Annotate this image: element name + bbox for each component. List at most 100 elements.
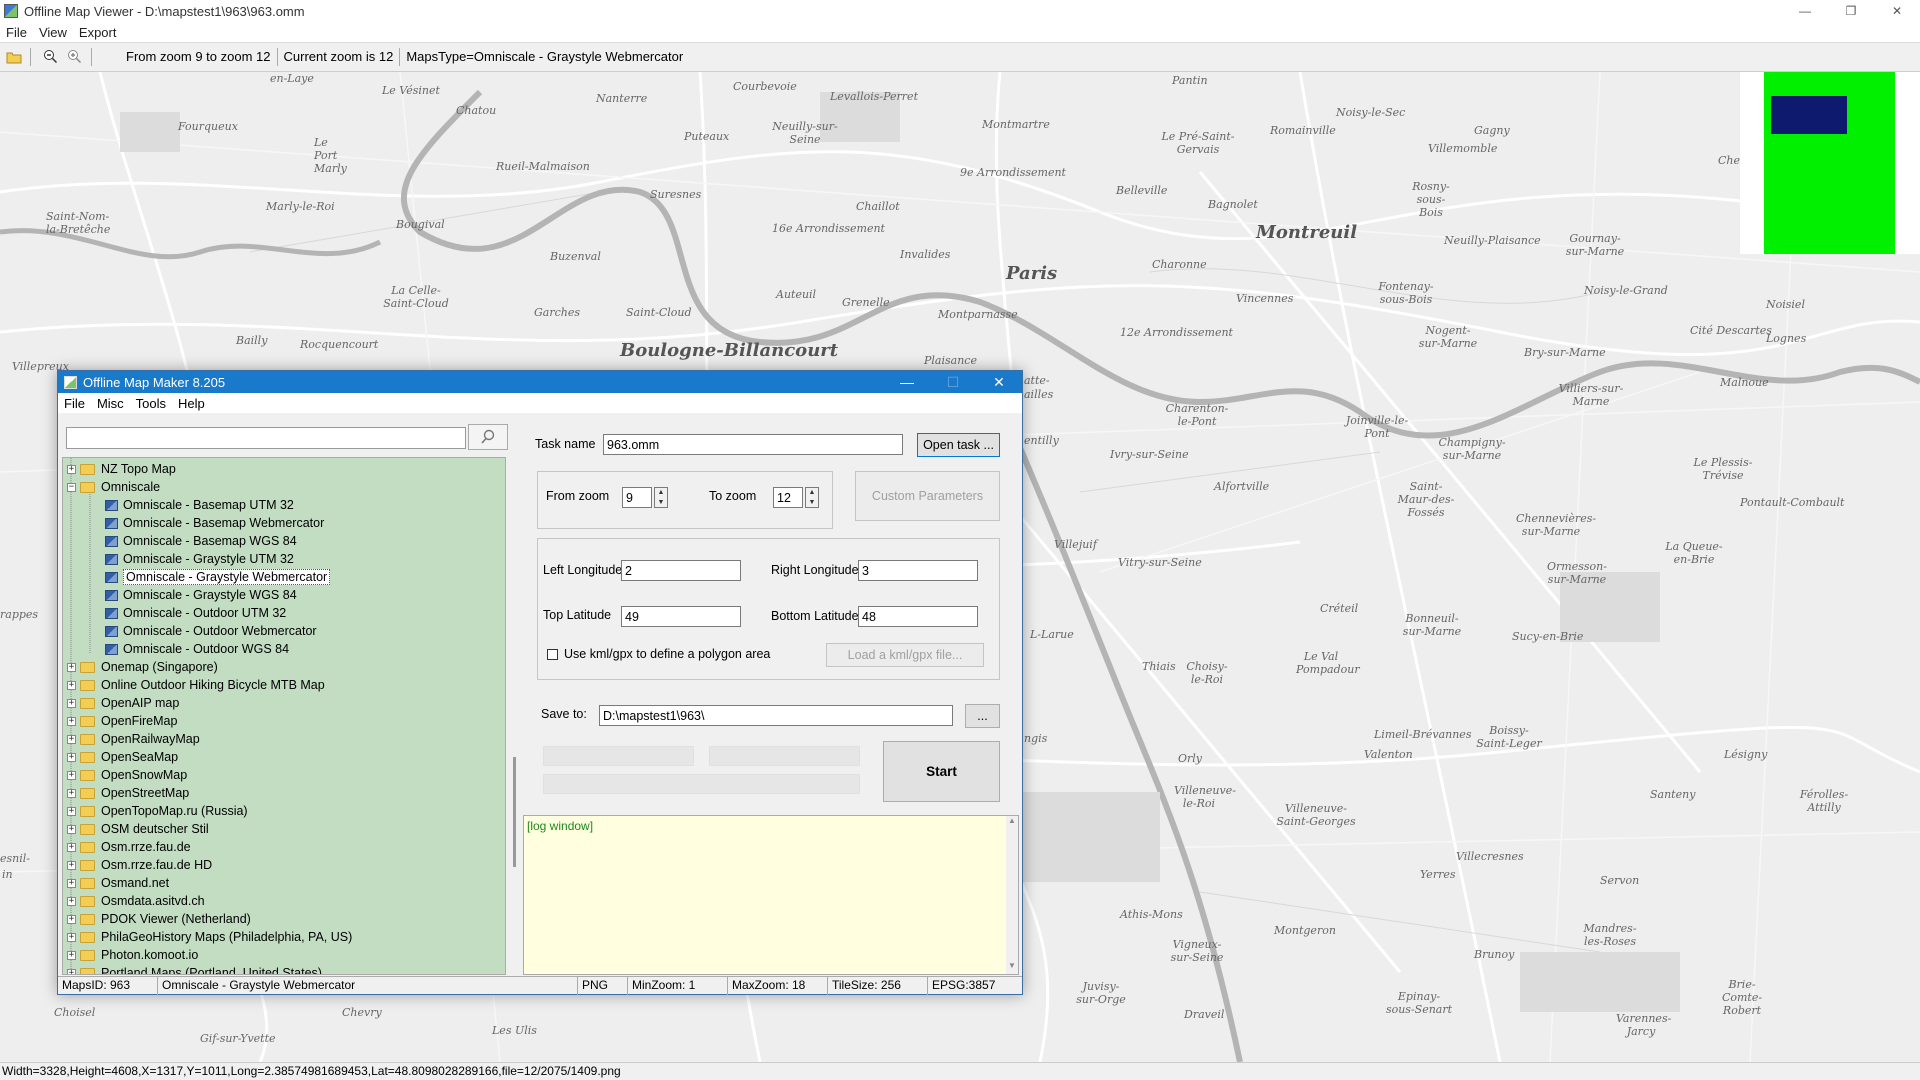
expand-icon[interactable]: +: [67, 734, 76, 744]
minimize-button[interactable]: —: [1782, 0, 1828, 22]
tree-folder-item[interactable]: + Osm.rrze.fau.de HD: [67, 856, 212, 874]
dialog-close-button[interactable]: ✕: [976, 371, 1022, 393]
expand-icon[interactable]: +: [67, 842, 76, 852]
search-button[interactable]: [468, 424, 508, 450]
zoom-out-icon[interactable]: [41, 47, 61, 67]
tree-map-item[interactable]: Omniscale - Graystyle WGS 84: [105, 586, 297, 604]
tree-map-item[interactable]: Omniscale - Outdoor WGS 84: [105, 640, 289, 658]
tree-folder-item[interactable]: + OpenSeaMap: [67, 748, 178, 766]
dialog-menu-help[interactable]: Help: [172, 396, 211, 411]
dialog-menu-file[interactable]: File: [58, 396, 91, 411]
expand-icon[interactable]: +: [67, 716, 76, 726]
zoom-in-icon[interactable]: [65, 47, 85, 67]
tree-map-item[interactable]: Omniscale - Outdoor UTM 32: [105, 604, 286, 622]
tree-folder-item[interactable]: + NZ Topo Map: [67, 460, 176, 478]
tree-folder-item[interactable]: + Osmand.net: [67, 874, 169, 892]
expand-icon[interactable]: +: [67, 878, 76, 888]
to-zoom-input[interactable]: [773, 487, 803, 508]
tree-folder-item[interactable]: + Photon.komoot.io: [67, 946, 198, 964]
open-task-button[interactable]: Open task ...: [917, 433, 1000, 457]
expand-icon[interactable]: +: [67, 464, 76, 474]
expand-icon[interactable]: +: [67, 662, 76, 672]
expand-icon[interactable]: +: [67, 698, 76, 708]
custom-parameters-button[interactable]: Custom Parameters: [855, 471, 1000, 521]
restore-button[interactable]: ❐: [1828, 0, 1874, 22]
expand-icon[interactable]: +: [67, 788, 76, 798]
menu-view[interactable]: View: [33, 25, 73, 40]
menu-export[interactable]: Export: [73, 25, 123, 40]
tree-folder-item[interactable]: − Omniscale: [67, 478, 160, 496]
menu-file[interactable]: File: [0, 25, 33, 40]
load-kml-button[interactable]: Load a kml/gpx file...: [826, 643, 984, 667]
tree-map-item[interactable]: Omniscale - Graystyle Webmercator: [105, 568, 331, 586]
from-zoom-spinner[interactable]: ▲ ▼: [654, 487, 668, 508]
overview-minimap[interactable]: [1740, 72, 1920, 254]
right-longitude-input[interactable]: [858, 560, 978, 581]
tree-folder-item[interactable]: + PhilaGeoHistory Maps (Philadelphia, PA,…: [67, 928, 352, 946]
expand-icon[interactable]: +: [67, 914, 76, 924]
close-button[interactable]: ✕: [1874, 0, 1920, 22]
tree-folder-item[interactable]: + OpenTopoMap.ru (Russia): [67, 802, 248, 820]
map-label: Choisel: [54, 1006, 96, 1019]
tree-folder-item[interactable]: + OpenRailwayMap: [67, 730, 200, 748]
dialog-menu-tools[interactable]: Tools: [130, 396, 172, 411]
expand-icon[interactable]: +: [67, 770, 76, 780]
expand-icon[interactable]: +: [67, 950, 76, 960]
expand-icon[interactable]: +: [67, 932, 76, 942]
use-kml-checkbox[interactable]: [547, 649, 558, 660]
log-window[interactable]: [log window] ▲ ▼: [523, 815, 1019, 975]
tree-folder-item[interactable]: + OpenStreetMap: [67, 784, 189, 802]
tree-folder-item[interactable]: + PDOK Viewer (Netherland): [67, 910, 251, 928]
map-source-tree[interactable]: + NZ Topo Map − Omniscale Omniscale - Basema…: [62, 457, 506, 975]
tree-scroll-thumb[interactable]: [513, 757, 516, 867]
dialog-titlebar: Offline Map Maker 8.205 — ☐ ✕: [58, 371, 1022, 393]
bottom-latitude-input[interactable]: [858, 606, 978, 627]
task-name-input[interactable]: [603, 434, 903, 455]
folder-icon: [80, 463, 95, 475]
tree-folder-item[interactable]: + Online Outdoor Hiking Bicycle MTB Map: [67, 676, 325, 694]
tree-map-item[interactable]: Omniscale - Basemap Webmercator: [105, 514, 324, 532]
top-latitude-input[interactable]: [621, 606, 741, 627]
tree-map-item[interactable]: Omniscale - Outdoor Webmercator: [105, 622, 317, 640]
left-longitude-input[interactable]: [621, 560, 741, 581]
expand-icon[interactable]: +: [67, 860, 76, 870]
map-search-input[interactable]: [66, 427, 466, 449]
dialog-maximize-button[interactable]: ☐: [930, 371, 976, 393]
start-button[interactable]: Start: [883, 741, 1000, 802]
map-label: Auteuil: [776, 288, 817, 301]
tree-folder-item[interactable]: + Onemap (Singapore): [67, 658, 218, 676]
map-label: Invalides: [900, 248, 951, 261]
tree-folder-item[interactable]: + OpenFireMap: [67, 712, 177, 730]
map-label: Gagny: [1474, 124, 1510, 137]
folder-icon: [80, 895, 95, 907]
dialog-minimize-button[interactable]: —: [884, 371, 930, 393]
map-label: Saint-Cloud: [626, 306, 692, 319]
log-scrollbar[interactable]: ▲ ▼: [1006, 816, 1018, 974]
expand-icon[interactable]: +: [67, 824, 76, 834]
tree-folder-item[interactable]: + OpenAIP map: [67, 694, 179, 712]
use-kml-label[interactable]: Use kml/gpx to define a polygon area: [564, 647, 770, 661]
overview-viewport[interactable]: [1771, 96, 1847, 134]
expand-icon[interactable]: +: [67, 896, 76, 906]
browse-button[interactable]: ...: [965, 704, 1000, 728]
to-zoom-spinner[interactable]: ▲ ▼: [805, 487, 819, 508]
tree-map-item[interactable]: Omniscale - Graystyle UTM 32: [105, 550, 294, 568]
map-label: Noisiel: [1766, 298, 1805, 311]
dialog-menu-misc[interactable]: Misc: [91, 396, 130, 411]
tree-folder-item[interactable]: + OpenSnowMap: [67, 766, 187, 784]
tree-map-item[interactable]: Omniscale - Basemap WGS 84: [105, 532, 297, 550]
expand-icon[interactable]: +: [67, 752, 76, 762]
tree-folder-item[interactable]: + Portland Maps (Portland, United States): [67, 964, 322, 974]
folder-open-icon[interactable]: [4, 47, 24, 67]
from-zoom-input[interactable]: [622, 487, 652, 508]
expand-icon[interactable]: +: [67, 968, 76, 974]
tree-folder-item[interactable]: + Osm.rrze.fau.de: [67, 838, 191, 856]
collapse-icon[interactable]: −: [67, 482, 76, 492]
tree-scrollbar[interactable]: [510, 457, 522, 975]
tree-folder-item[interactable]: + OSM deutscher Stil: [67, 820, 209, 838]
expand-icon[interactable]: +: [67, 806, 76, 816]
tree-map-item[interactable]: Omniscale - Basemap UTM 32: [105, 496, 294, 514]
tree-folder-item[interactable]: + Osmdata.asitvd.ch: [67, 892, 205, 910]
save-to-input[interactable]: [599, 705, 953, 726]
expand-icon[interactable]: +: [67, 680, 76, 690]
